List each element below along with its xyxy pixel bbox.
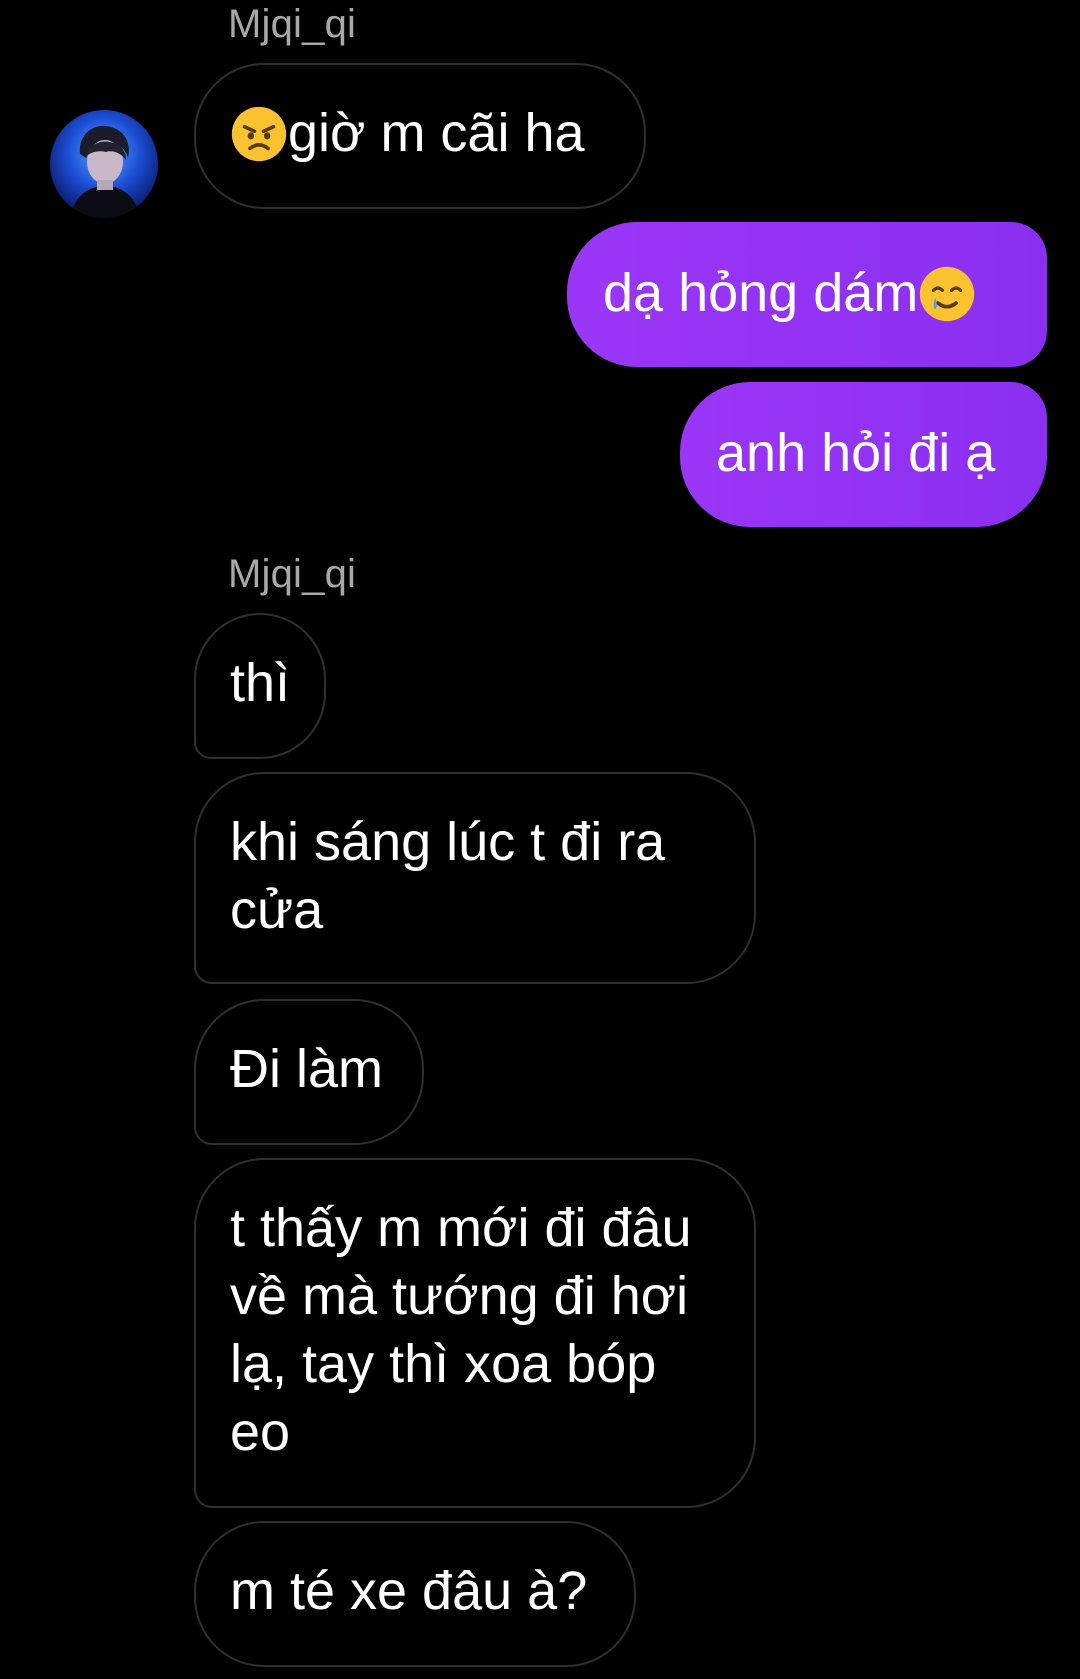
message-bubble-outgoing[interactable]: anh hỏi đi ạ (680, 382, 1047, 527)
message-bubble-incoming[interactable]: Đi làm (194, 999, 424, 1145)
message-bubble-outgoing[interactable]: dạ hỏng dám (567, 222, 1047, 367)
message-bubble-incoming[interactable]: t thấy m mới đi đâu về mà tướng đi hơi l… (194, 1158, 756, 1508)
message-text: Đi làm (230, 1039, 384, 1099)
message-text: anh hỏi đi ạ (716, 423, 996, 483)
message-text: t thấy m mới đi đâu về mà tướng đi hơi l… (230, 1198, 692, 1462)
message-text: dạ hỏng dám (603, 263, 919, 323)
avatar[interactable] (50, 110, 158, 218)
sender-name: Mjqi_qi (228, 2, 357, 46)
message-bubble-incoming[interactable]: giờ m cãi ha (194, 63, 646, 209)
angry-face-icon (231, 106, 287, 161)
message-bubble-incoming[interactable]: m té xe đâu à? (194, 1521, 636, 1667)
sender-name: Mjqi_qi (228, 552, 357, 596)
message-bubble-incoming[interactable]: thì (194, 613, 326, 759)
message-text: giờ m cãi ha (288, 103, 585, 163)
smiling-face-with-tear-icon (920, 266, 975, 321)
message-text: thì (230, 653, 291, 713)
message-text: khi sáng lúc t đi ra cửa (230, 812, 666, 940)
message-bubble-incoming[interactable]: khi sáng lúc t đi ra cửa (194, 772, 756, 984)
avatar-image (50, 110, 158, 218)
message-text: m té xe đâu à? (230, 1561, 588, 1621)
